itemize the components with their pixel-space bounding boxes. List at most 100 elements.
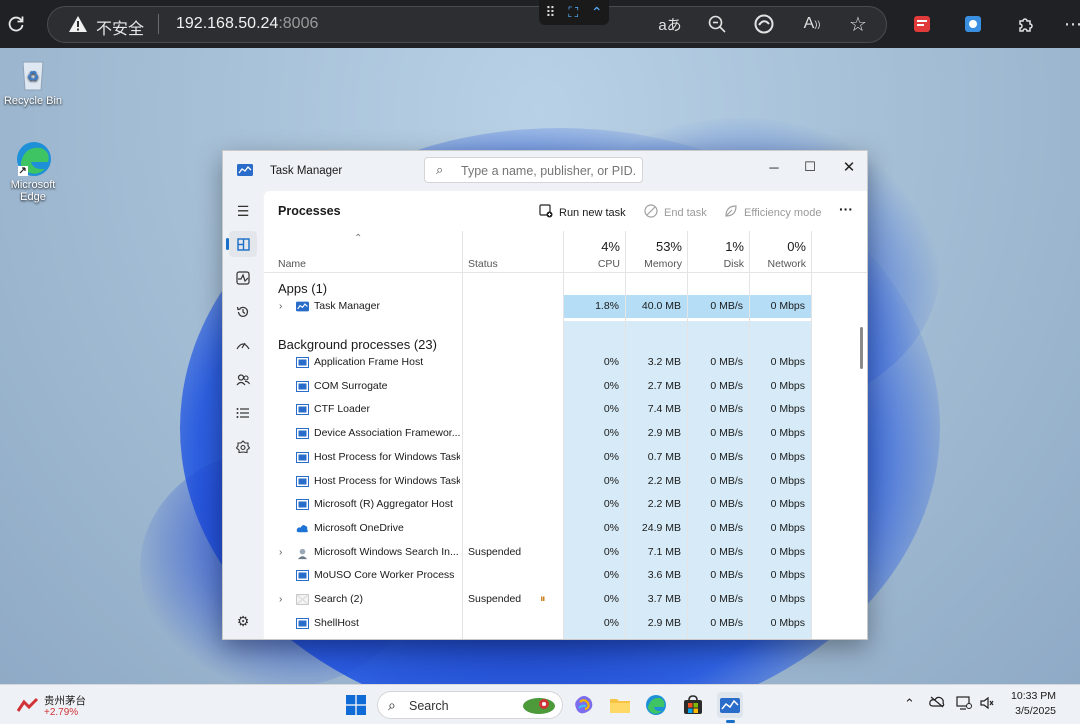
process-network: 0 Mbps bbox=[750, 295, 811, 318]
clock-time[interactable]: 10:33 PM bbox=[1000, 690, 1056, 702]
search-icon: ⌕ bbox=[388, 697, 396, 713]
processes-tab-icon[interactable] bbox=[226, 231, 257, 257]
maximize-button[interactable]: ☐ bbox=[797, 157, 823, 177]
table-row[interactable]: COM Surrogate 0% 2.7 MB 0 MB/s 0 Mbps bbox=[264, 374, 867, 399]
translate-icon[interactable]: aあ bbox=[655, 9, 685, 39]
table-row[interactable]: › Search (2) Suspended ⏸ 0% 3.7 MB 0 MB/s 0 Mbp… bbox=[264, 588, 867, 612]
hamburger-menu-icon[interactable]: ☰ bbox=[229, 198, 257, 224]
task-manager-window: Task Manager ⌕ ─ ☐ ✕ ☰ ⚙ bbox=[222, 150, 868, 640]
url-text[interactable]: 192.168.50.24:8006 bbox=[176, 15, 318, 33]
edge-taskbar-icon[interactable] bbox=[643, 692, 669, 718]
column-header-status[interactable]: Status bbox=[468, 258, 498, 270]
extension-red-icon[interactable] bbox=[907, 9, 937, 39]
favorite-star-icon[interactable]: ☆ bbox=[843, 9, 873, 39]
expand-chevron-icon[interactable]: › bbox=[279, 295, 282, 318]
table-row[interactable]: › Microsoft Windows Search In... Suspended… bbox=[264, 540, 867, 565]
stock-name: 贵州茅台 bbox=[44, 695, 86, 707]
process-name: Microsoft (R) Aggregator Host bbox=[314, 498, 453, 511]
taskbar-search-box[interactable]: ⌕ Search bbox=[377, 691, 563, 719]
expand-chevron-icon[interactable]: › bbox=[279, 588, 282, 611]
process-status bbox=[468, 422, 558, 445]
search-box[interactable]: ⌕ bbox=[424, 157, 643, 183]
app-window-icon bbox=[296, 451, 309, 463]
process-status bbox=[468, 375, 558, 398]
microsoft-store-icon[interactable] bbox=[680, 692, 706, 718]
table-row[interactable]: Microsoft OneDrive 0% 24.9 MB 0 MB/s 0 Mbps bbox=[264, 516, 867, 541]
onedrive-offline-icon[interactable] bbox=[929, 696, 945, 711]
table-row[interactable]: Host Process for Windows Tasks 0% 0.7 MB 0 … bbox=[264, 445, 867, 470]
table-row[interactable]: Host Process for Windows Tasks 0% 2.2 MB 0 … bbox=[264, 469, 867, 494]
process-memory: 3.6 MB bbox=[626, 564, 687, 588]
process-memory: 7.1 MB bbox=[626, 540, 687, 564]
process-memory: 2.9 MB bbox=[626, 611, 687, 635]
table-row[interactable]: MoUSO Core Worker Process 0% 3.6 MB 0 MB/s 0… bbox=[264, 564, 867, 588]
title-bar[interactable]: Task Manager ⌕ ─ ☐ ✕ bbox=[223, 151, 867, 191]
vertical-scrollbar[interactable] bbox=[860, 327, 863, 369]
desktop-icon-edge[interactable]: Microsoft Edge bbox=[3, 140, 63, 203]
process-cpu: 0% bbox=[564, 422, 625, 446]
volume-muted-icon[interactable] bbox=[980, 696, 994, 713]
table-row[interactable]: Microsoft (R) Aggregator Host 0% 2.2 MB 0 M… bbox=[264, 493, 867, 517]
settings-gear-icon[interactable]: ⚙ bbox=[229, 608, 257, 634]
column-header-disk[interactable]: Disk bbox=[688, 258, 744, 270]
run-new-task-button[interactable]: Run new task bbox=[539, 204, 626, 221]
zoom-out-icon[interactable] bbox=[702, 9, 732, 39]
search-input[interactable] bbox=[461, 162, 637, 180]
column-header-name[interactable]: Name bbox=[278, 258, 306, 270]
table-row[interactable]: Application Frame Host 0% 3.2 MB 0 MB/s 0 Mb… bbox=[264, 351, 867, 375]
copilot-icon[interactable] bbox=[571, 692, 597, 718]
reload-icon[interactable] bbox=[2, 10, 30, 38]
process-network: 0 Mbps bbox=[750, 611, 811, 635]
more-options-button[interactable]: ··· bbox=[839, 201, 853, 217]
services-tab-icon[interactable] bbox=[229, 434, 257, 460]
process-cpu: 0% bbox=[564, 540, 625, 564]
drag-handle-icon[interactable]: ⠿ bbox=[545, 4, 555, 21]
display-icon[interactable] bbox=[956, 696, 972, 713]
fullscreen-icon[interactable]: ⛶ bbox=[568, 4, 578, 21]
process-disk: 0 MB/s bbox=[688, 588, 749, 611]
column-header-cpu[interactable]: CPU bbox=[564, 258, 620, 270]
more-menu-icon[interactable]: ⋯ bbox=[1058, 9, 1080, 39]
close-button[interactable]: ✕ bbox=[836, 157, 862, 177]
start-button[interactable] bbox=[343, 692, 369, 718]
minimize-button[interactable]: ─ bbox=[761, 157, 787, 177]
app-history-tab-icon[interactable] bbox=[229, 299, 257, 325]
edge-copilot-icon[interactable] bbox=[749, 9, 779, 39]
process-cpu: 0% bbox=[564, 588, 625, 611]
stock-trend-icon bbox=[16, 697, 39, 716]
performance-tab-icon[interactable] bbox=[229, 265, 257, 291]
details-tab-icon[interactable] bbox=[229, 400, 257, 426]
expand-chevron-icon[interactable]: › bbox=[279, 541, 282, 564]
browser-toolbar: 不安全 192.168.50.24:8006 ⠿ ⛶ ⌃ aあ A)) ☆ ⋯ bbox=[0, 0, 1080, 48]
show-hidden-icons-chevron-icon[interactable]: ⌃ bbox=[904, 696, 915, 712]
svg-text:♻: ♻ bbox=[27, 69, 40, 85]
extension-blue-icon[interactable] bbox=[958, 9, 988, 39]
end-task-icon bbox=[644, 204, 658, 221]
desktop-icon-recycle-bin[interactable]: ♻ Recycle Bin bbox=[3, 56, 63, 107]
column-header-network[interactable]: Network bbox=[750, 258, 806, 270]
table-row[interactable]: ShellHost 0% 2.9 MB 0 MB/s 0 Mbps bbox=[264, 611, 867, 636]
process-disk: 0 MB/s bbox=[688, 445, 749, 469]
efficiency-mode-button[interactable]: Efficiency mode bbox=[724, 204, 821, 221]
process-network: 0 Mbps bbox=[750, 445, 811, 469]
process-memory: 24.9 MB bbox=[626, 516, 687, 540]
extensions-puzzle-icon[interactable] bbox=[1011, 9, 1041, 39]
process-status bbox=[468, 295, 558, 318]
read-aloud-icon[interactable]: A)) bbox=[797, 9, 827, 39]
startup-apps-tab-icon[interactable] bbox=[229, 333, 257, 359]
end-task-button[interactable]: End task bbox=[644, 204, 707, 221]
column-header-memory[interactable]: Memory bbox=[626, 258, 682, 270]
table-row[interactable]: CTF Loader 0% 7.4 MB 0 MB/s 0 Mbps bbox=[264, 398, 867, 422]
paused-status-icon: ⏸ bbox=[540, 593, 546, 605]
security-status-label[interactable]: 不安全 bbox=[96, 15, 144, 39]
active-app-indicator bbox=[726, 720, 735, 723]
table-row[interactable]: Device Association Framewor... 0% 2.9 MB 0 … bbox=[264, 422, 867, 446]
processes-panel: Processes Run new task End task Efficien… bbox=[264, 191, 867, 639]
desktop-icon-label: Recycle Bin bbox=[3, 95, 63, 107]
table-row[interactable]: › Task Manager 1.8% 40.0 MB 0 MB/s 0 Mbps bbox=[264, 295, 867, 319]
task-manager-taskbar-icon[interactable] bbox=[717, 692, 743, 723]
users-tab-icon[interactable] bbox=[229, 367, 257, 393]
chevron-up-icon[interactable]: ⌃ bbox=[591, 4, 603, 21]
clock-date[interactable]: 3/5/2025 bbox=[1000, 705, 1056, 717]
file-explorer-icon[interactable] bbox=[607, 692, 633, 718]
